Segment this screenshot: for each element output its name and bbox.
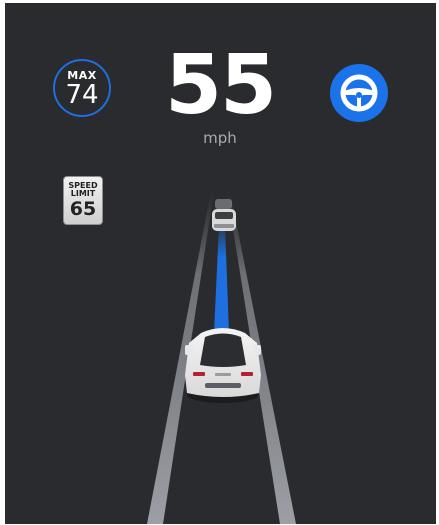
speed-limit-sign: SPEED LIMIT 65 <box>63 176 103 225</box>
speed-limit-line2: LIMIT <box>70 189 96 198</box>
autopilot-path <box>214 225 229 333</box>
speed-unit: mph <box>203 129 237 147</box>
max-speed-badge: MAX 74 <box>53 59 111 117</box>
max-speed-value: 74 <box>65 80 99 110</box>
steering-wheel-icon <box>330 64 388 122</box>
ego-vehicle <box>185 328 261 403</box>
current-speed: 55 <box>164 38 277 133</box>
autopilot-display: MAX 74 55 mph SPEED LIMIT 65 <box>5 3 436 524</box>
speed-limit-value: 65 <box>69 198 97 220</box>
